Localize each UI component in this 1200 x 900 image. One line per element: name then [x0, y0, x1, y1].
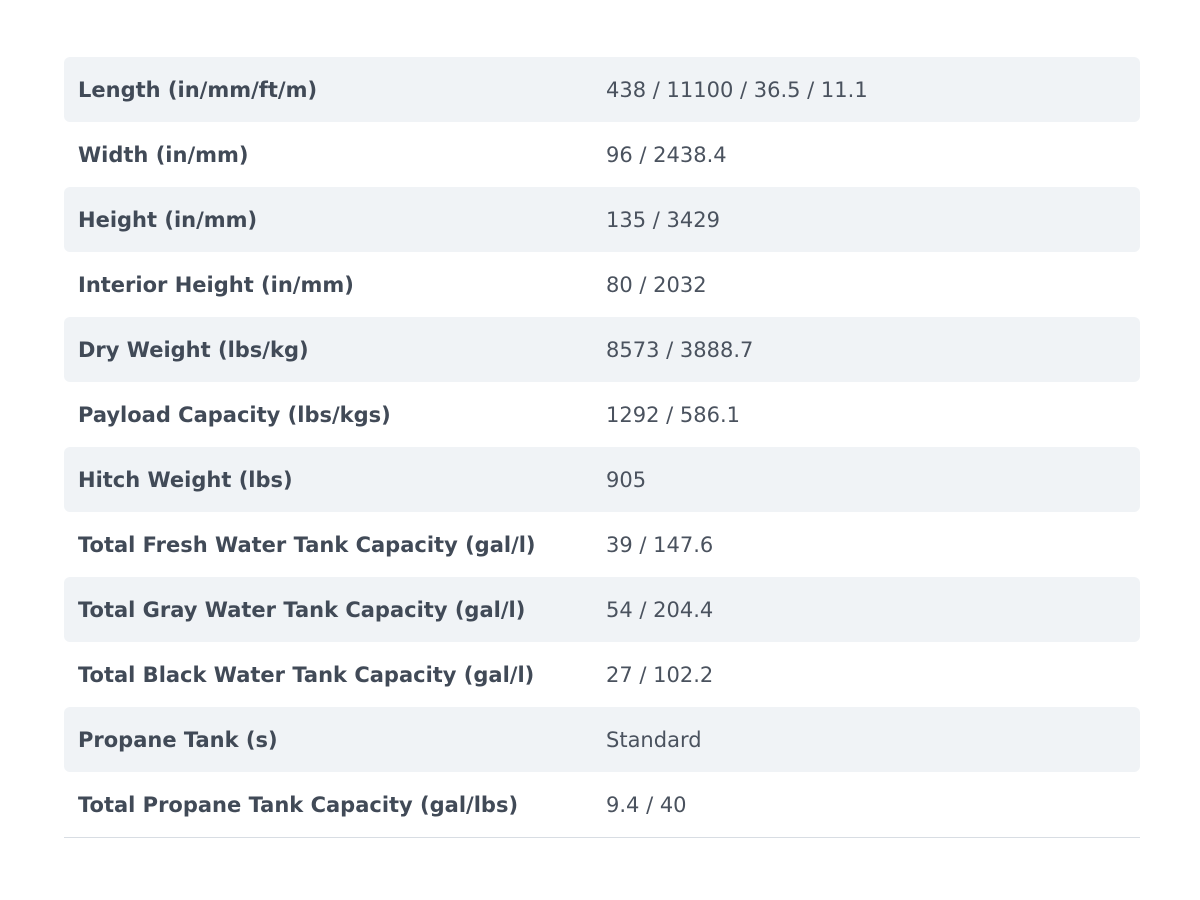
spec-row-width: Width (in/mm) 96 / 2438.4 — [64, 122, 1140, 187]
spec-value: 1292 / 586.1 — [606, 402, 740, 427]
spec-label: Width (in/mm) — [78, 142, 249, 167]
spec-row-hitch-weight: Hitch Weight (lbs) 905 — [64, 447, 1140, 512]
spec-row-propane-tanks: Propane Tank (s) Standard — [64, 707, 1140, 772]
spec-value: 96 / 2438.4 — [606, 142, 727, 167]
spec-row-gray-water-tank: Total Gray Water Tank Capacity (gal/l) 5… — [64, 577, 1140, 642]
spec-row-black-water-tank: Total Black Water Tank Capacity (gal/l) … — [64, 642, 1140, 707]
spec-row-dry-weight: Dry Weight (lbs/kg) 8573 / 3888.7 — [64, 317, 1140, 382]
spec-value: 438 / 11100 / 36.5 / 11.1 — [606, 77, 868, 102]
spec-row-height: Height (in/mm) 135 / 3429 — [64, 187, 1140, 252]
spec-row-length: Length (in/mm/ft/m) 438 / 11100 / 36.5 /… — [64, 57, 1140, 122]
spec-label: Height (in/mm) — [78, 207, 258, 232]
spec-label: Total Fresh Water Tank Capacity (gal/l) — [78, 532, 536, 557]
spec-label: Length (in/mm/ft/m) — [78, 77, 318, 102]
spec-value: 54 / 204.4 — [606, 597, 714, 622]
spec-label: Total Black Water Tank Capacity (gal/l) — [78, 662, 535, 687]
spec-label: Interior Height (in/mm) — [78, 272, 354, 297]
specs-table: Length (in/mm/ft/m) 438 / 11100 / 36.5 /… — [64, 57, 1140, 838]
spec-label: Payload Capacity (lbs/kgs) — [78, 402, 391, 427]
spec-value: 27 / 102.2 — [606, 662, 714, 687]
spec-value: 905 — [606, 467, 647, 492]
spec-label: Total Gray Water Tank Capacity (gal/l) — [78, 597, 526, 622]
spec-value: Standard — [606, 727, 702, 752]
spec-label: Dry Weight (lbs/kg) — [78, 337, 309, 362]
spec-value: 9.4 / 40 — [606, 792, 687, 817]
spec-label: Total Propane Tank Capacity (gal/lbs) — [78, 792, 519, 817]
spec-row-payload-capacity: Payload Capacity (lbs/kgs) 1292 / 586.1 — [64, 382, 1140, 447]
spec-value: 80 / 2032 — [606, 272, 707, 297]
spec-value: 39 / 147.6 — [606, 532, 714, 557]
spec-label: Propane Tank (s) — [78, 727, 278, 752]
spec-row-interior-height: Interior Height (in/mm) 80 / 2032 — [64, 252, 1140, 317]
spec-value: 8573 / 3888.7 — [606, 337, 754, 362]
spec-row-propane-tank-capacity: Total Propane Tank Capacity (gal/lbs) 9.… — [64, 772, 1140, 837]
spec-label: Hitch Weight (lbs) — [78, 467, 293, 492]
spec-row-fresh-water-tank: Total Fresh Water Tank Capacity (gal/l) … — [64, 512, 1140, 577]
spec-value: 135 / 3429 — [606, 207, 720, 232]
